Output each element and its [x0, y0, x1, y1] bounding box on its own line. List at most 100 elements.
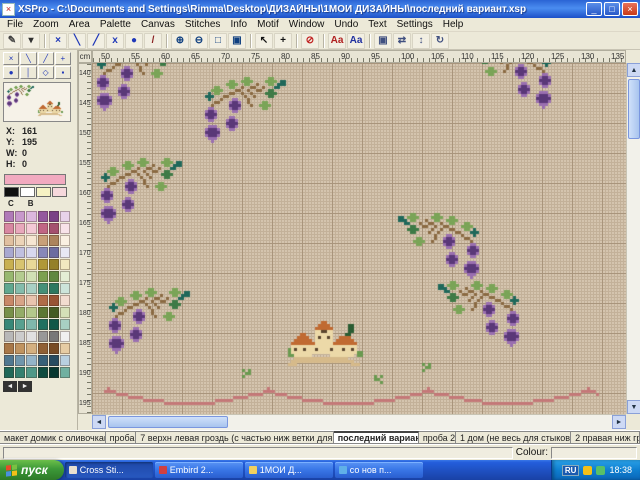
zoom-in-icon[interactable]: ⊕	[171, 33, 189, 49]
zoom-area-icon[interactable]: □	[209, 33, 227, 49]
copy-icon[interactable]: ▣	[374, 33, 392, 49]
palette-swatch-11-1[interactable]	[4, 331, 14, 342]
stitch-tool-diamond[interactable]: ◇	[38, 66, 54, 79]
palette-swatch-9-4[interactable]	[38, 307, 48, 318]
menu-item-2[interactable]: Zoom	[28, 19, 64, 30]
palette-swatch-2-5[interactable]	[49, 223, 59, 234]
taskbar-task-1[interactable]: Cross Sti...	[65, 462, 153, 478]
menu-item-1[interactable]: File	[2, 19, 28, 30]
palette-swatch-9-2[interactable]	[15, 307, 25, 318]
palette-swatch-12-3[interactable]	[26, 343, 36, 354]
palette-swatch-10-2[interactable]	[15, 319, 25, 330]
palette-swatch-11-2[interactable]	[15, 331, 25, 342]
scroll-left-button[interactable]: ◄	[92, 415, 106, 429]
stitch-tool-bar[interactable]: │	[20, 66, 36, 79]
palette-swatch-13-2[interactable]	[15, 355, 25, 366]
minimize-button[interactable]: _	[586, 2, 602, 16]
quarter-stitch-icon[interactable]: ╱	[87, 33, 105, 49]
text-blue-icon[interactable]: Aa	[347, 33, 365, 49]
palette-next-button[interactable]: ►	[18, 381, 32, 392]
menu-item-7[interactable]: Info	[225, 19, 252, 30]
palette-swatch-7-1[interactable]	[4, 283, 14, 294]
stitch-tool-half-back[interactable]: ╲	[20, 52, 36, 65]
menu-item-6[interactable]: Stitches	[180, 19, 226, 30]
no-tool-icon[interactable]: ⊘	[301, 33, 319, 49]
palette-swatch-8-5[interactable]	[49, 295, 59, 306]
palette-swatch-14-6[interactable]	[60, 367, 70, 378]
palette-swatch-2-4[interactable]	[38, 223, 48, 234]
pencil-dropdown-icon[interactable]: ▾	[22, 33, 40, 49]
palette-swatch-10-4[interactable]	[38, 319, 48, 330]
palette-swatch-11-3[interactable]	[26, 331, 36, 342]
rotate-icon[interactable]: ↻	[431, 33, 449, 49]
stitch-canvas[interactable]	[92, 63, 626, 414]
palette-swatch-3-4[interactable]	[38, 235, 48, 246]
palette-swatch-12-1[interactable]	[4, 343, 14, 354]
backstitch-icon[interactable]: /	[144, 33, 162, 49]
palette-swatch-3-3[interactable]	[26, 235, 36, 246]
quick-colour-3[interactable]	[36, 187, 51, 197]
palette-prev-button[interactable]: ◄	[3, 381, 17, 392]
palette-swatch-14-3[interactable]	[26, 367, 36, 378]
palette-swatch-10-5[interactable]	[49, 319, 59, 330]
text-red-icon[interactable]: Aa	[328, 33, 346, 49]
taskbar-task-3[interactable]: 1МОИ Д...	[245, 462, 333, 478]
menu-item-10[interactable]: Undo	[329, 19, 363, 30]
maximize-button[interactable]: □	[604, 2, 620, 16]
palette-swatch-4-1[interactable]	[4, 247, 14, 258]
pattern-canvas[interactable]	[92, 63, 626, 414]
palette-swatch-13-3[interactable]	[26, 355, 36, 366]
taskbar-task-2[interactable]: Embird 2...	[155, 462, 243, 478]
palette-swatch-5-1[interactable]	[4, 259, 14, 270]
menu-item-11[interactable]: Text	[363, 19, 391, 30]
palette-swatch-7-4[interactable]	[38, 283, 48, 294]
palette-swatch-12-6[interactable]	[60, 343, 70, 354]
palette-swatch-2-1[interactable]	[4, 223, 14, 234]
palette-swatch-6-6[interactable]	[60, 271, 70, 282]
palette-swatch-9-1[interactable]	[4, 307, 14, 318]
menu-item-8[interactable]: Motif	[252, 19, 284, 30]
vertical-scroll-thumb[interactable]	[628, 79, 640, 139]
sheet-tab-6[interactable]: 1 дом (не весь для стыковки)	[456, 431, 571, 444]
tray-antivirus-icon[interactable]	[583, 466, 592, 475]
sheet-tab-2[interactable]: проба	[106, 431, 137, 444]
zoom-out-icon[interactable]: ⊖	[190, 33, 208, 49]
palette-swatch-4-6[interactable]	[60, 247, 70, 258]
palette-swatch-1-5[interactable]	[49, 211, 59, 222]
start-button[interactable]: пуск	[0, 460, 64, 480]
palette-swatch-1-4[interactable]	[38, 211, 48, 222]
palette-swatch-5-4[interactable]	[38, 259, 48, 270]
menu-item-12[interactable]: Settings	[392, 19, 438, 30]
move-tool-icon[interactable]: +	[274, 33, 292, 49]
flip-horizontal-icon[interactable]: ⇄	[393, 33, 411, 49]
palette-swatch-4-2[interactable]	[15, 247, 25, 258]
palette-swatch-1-1[interactable]	[4, 211, 14, 222]
sheet-tab-5[interactable]: проба 2	[419, 431, 456, 444]
half-stitch-icon[interactable]: ╲	[68, 33, 86, 49]
palette-swatch-5-6[interactable]	[60, 259, 70, 270]
scroll-right-button[interactable]: ►	[612, 415, 626, 429]
palette-swatch-3-1[interactable]	[4, 235, 14, 246]
close-button[interactable]: ×	[622, 2, 638, 16]
language-indicator[interactable]: RU	[562, 465, 580, 476]
sheet-tab-3[interactable]: 7 верхн левая гроздь (с частью ниж ветки…	[136, 431, 333, 444]
palette-swatch-8-3[interactable]	[26, 295, 36, 306]
palette-swatch-11-5[interactable]	[49, 331, 59, 342]
stitch-tool-cross[interactable]: +	[55, 52, 71, 65]
scroll-up-button[interactable]: ▲	[627, 63, 640, 77]
palette-swatch-14-1[interactable]	[4, 367, 14, 378]
palette-swatch-3-5[interactable]	[49, 235, 59, 246]
horizontal-scrollbar[interactable]: ◄ ►	[92, 414, 626, 430]
palette-swatch-7-6[interactable]	[60, 283, 70, 294]
palette-swatch-13-1[interactable]	[4, 355, 14, 366]
petite-stitch-icon[interactable]: x	[106, 33, 124, 49]
quick-colour-4[interactable]	[52, 187, 67, 197]
palette-swatch-8-2[interactable]	[15, 295, 25, 306]
palette-swatch-6-2[interactable]	[15, 271, 25, 282]
stitch-tool-full[interactable]: ×	[3, 52, 19, 65]
palette-swatch-4-5[interactable]	[49, 247, 59, 258]
sheet-tab-4[interactable]: последний вариант	[334, 431, 419, 444]
palette-swatch-7-5[interactable]	[49, 283, 59, 294]
palette-swatch-2-2[interactable]	[15, 223, 25, 234]
palette-swatch-11-4[interactable]	[38, 331, 48, 342]
